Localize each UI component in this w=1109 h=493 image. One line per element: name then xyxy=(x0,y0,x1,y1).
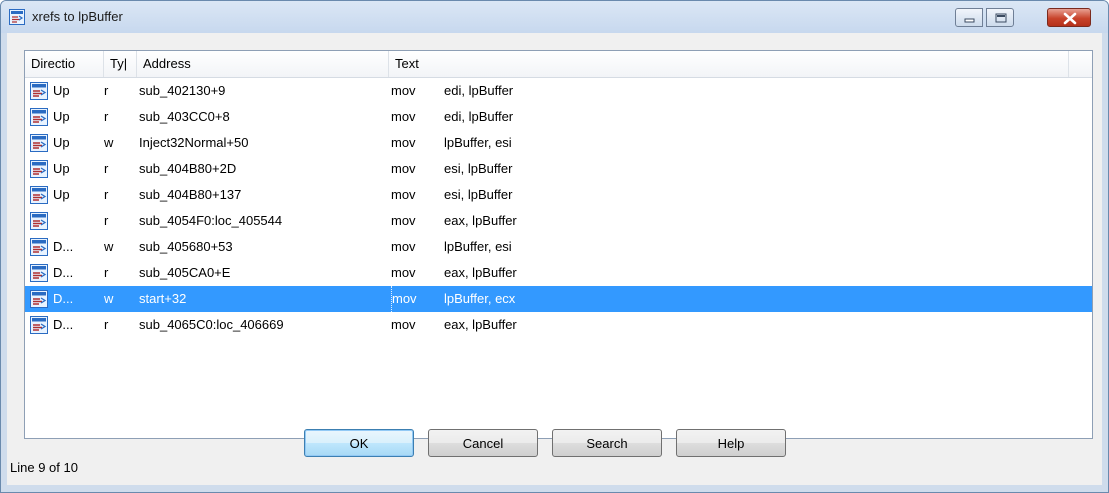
ok-button[interactable]: OK xyxy=(304,429,414,457)
xref-list-icon xyxy=(9,9,25,25)
cell-mnemonic: mov xyxy=(391,265,416,280)
xrefs-window: xrefs to lpBuffer Directio Ty| Address T… xyxy=(0,0,1109,493)
cancel-button[interactable]: Cancel xyxy=(428,429,538,457)
cell-mnemonic: mov xyxy=(391,135,416,150)
cell-mnemonic: mov xyxy=(391,187,416,202)
column-header-type[interactable]: Ty| xyxy=(104,51,137,77)
cell-direction: D... xyxy=(53,291,74,306)
list-item[interactable]: Up w Inject32Normal+50 mov lpBuffer, esi xyxy=(25,130,1092,156)
cell-type: r xyxy=(104,161,109,176)
cell-operands: esi, lpBuffer xyxy=(444,161,513,176)
minimize-icon xyxy=(964,18,975,23)
list-item[interactable]: D... w sub_405680+53 mov lpBuffer, esi xyxy=(25,234,1092,260)
cell-mnemonic: mov xyxy=(391,317,416,332)
title-bar[interactable]: xrefs to lpBuffer xyxy=(1,1,1108,33)
cell-operands: eax, lpBuffer xyxy=(444,213,517,228)
list-item[interactable]: Up r sub_403CC0+8 mov edi, lpBuffer xyxy=(25,104,1092,130)
xref-list-icon xyxy=(30,290,48,308)
cell-address: sub_404B80+137 xyxy=(139,187,242,202)
cell-operands: eax, lpBuffer xyxy=(444,265,517,280)
cell-address: Inject32Normal+50 xyxy=(139,135,249,150)
xref-list-icon xyxy=(30,316,48,334)
search-button[interactable]: Search xyxy=(552,429,662,457)
xref-list-icon xyxy=(30,264,48,282)
help-button[interactable]: Help xyxy=(676,429,786,457)
list-item[interactable]: Up r sub_402130+9 mov edi, lpBuffer xyxy=(25,78,1092,104)
cell-direction: Up xyxy=(53,83,70,98)
cell-address: sub_402130+9 xyxy=(139,83,226,98)
column-header-address[interactable]: Address xyxy=(137,51,389,77)
cell-direction: Up xyxy=(53,109,70,124)
cell-address: start+32 xyxy=(139,291,187,306)
cell-type: w xyxy=(104,135,114,150)
cell-operands: eax, lpBuffer xyxy=(444,317,517,332)
close-icon xyxy=(1063,12,1077,25)
xref-list-icon xyxy=(30,186,48,204)
xref-list-icon xyxy=(30,238,48,256)
cell-address: sub_405CA0+E xyxy=(139,265,231,280)
cell-direction: Up xyxy=(53,161,70,176)
cell-type: r xyxy=(104,213,109,228)
cell-address: sub_404B80+2D xyxy=(139,161,237,176)
cell-operands: edi, lpBuffer xyxy=(444,83,514,98)
cell-direction xyxy=(53,208,97,234)
cell-operands: edi, lpBuffer xyxy=(444,109,514,124)
cell-direction: Up xyxy=(53,187,70,202)
cell-operands: lpBuffer, esi xyxy=(444,239,512,254)
list-item[interactable]: D... r sub_4065C0:loc_406669 mov eax, lpBuff… xyxy=(25,312,1092,338)
xref-list-icon xyxy=(30,212,48,230)
cell-direction: D... xyxy=(53,317,74,332)
maximize-button[interactable] xyxy=(986,8,1014,27)
list-header: Directio Ty| Address Text xyxy=(25,51,1092,78)
list-rows: Up r sub_402130+9 mov edi, lpBuffer Up r sub_40… xyxy=(25,78,1092,338)
cell-type: r xyxy=(104,83,109,98)
cell-address: sub_4065C0:loc_406669 xyxy=(139,317,284,332)
xrefs-list[interactable]: Directio Ty| Address Text Up r sub_402130+… xyxy=(24,50,1093,439)
column-header-filler xyxy=(1069,51,1092,77)
cell-operands: lpBuffer, ecx xyxy=(444,291,516,306)
maximize-icon xyxy=(995,13,1007,23)
cell-type: r xyxy=(104,265,109,280)
list-item[interactable]: Up r sub_404B80+137 mov esi, lpBuffer xyxy=(25,182,1092,208)
dialog-body: Directio Ty| Address Text Up r sub_402130+… xyxy=(7,33,1102,485)
xref-list-icon xyxy=(30,134,48,152)
column-header-text[interactable]: Text xyxy=(389,51,1069,77)
cell-type: r xyxy=(104,109,109,124)
cell-mnemonic: mov xyxy=(391,286,440,312)
xref-list-icon xyxy=(30,82,48,100)
cell-direction: Up xyxy=(53,135,70,150)
cell-address: sub_403CC0+8 xyxy=(139,109,230,124)
list-item[interactable]: r sub_4054F0:loc_405544 mov eax, lpBuffer xyxy=(25,208,1092,234)
cell-mnemonic: mov xyxy=(391,239,416,254)
cell-type: r xyxy=(104,317,109,332)
cell-mnemonic: mov xyxy=(391,213,416,228)
cell-mnemonic: mov xyxy=(391,161,416,176)
cell-operands: lpBuffer, esi xyxy=(444,135,512,150)
minimize-button[interactable] xyxy=(955,8,983,27)
cell-type: r xyxy=(104,187,109,202)
cell-mnemonic: mov xyxy=(391,83,416,98)
cell-type: w xyxy=(104,239,114,254)
column-header-direction[interactable]: Directio xyxy=(25,51,104,77)
list-item[interactable]: Up r sub_404B80+2D mov esi, lpBuffer xyxy=(25,156,1092,182)
cell-type: w xyxy=(104,291,114,306)
cell-address: sub_405680+53 xyxy=(139,239,233,254)
cell-address: sub_4054F0:loc_405544 xyxy=(139,213,283,228)
xref-list-icon xyxy=(30,108,48,126)
list-item[interactable]: D... r sub_405CA0+E mov eax, lpBuffer xyxy=(25,260,1092,286)
cell-operands: esi, lpBuffer xyxy=(444,187,513,202)
xref-list-icon xyxy=(30,160,48,178)
close-button[interactable] xyxy=(1047,8,1091,27)
list-item[interactable]: D... w start+32 mov lpBuffer, ecx xyxy=(25,286,1092,312)
status-line: Line 9 of 10 xyxy=(10,460,78,475)
cell-mnemonic: mov xyxy=(391,109,416,124)
cell-direction: D... xyxy=(53,265,74,280)
cell-direction: D... xyxy=(53,239,74,254)
window-title: xrefs to lpBuffer xyxy=(32,9,123,24)
